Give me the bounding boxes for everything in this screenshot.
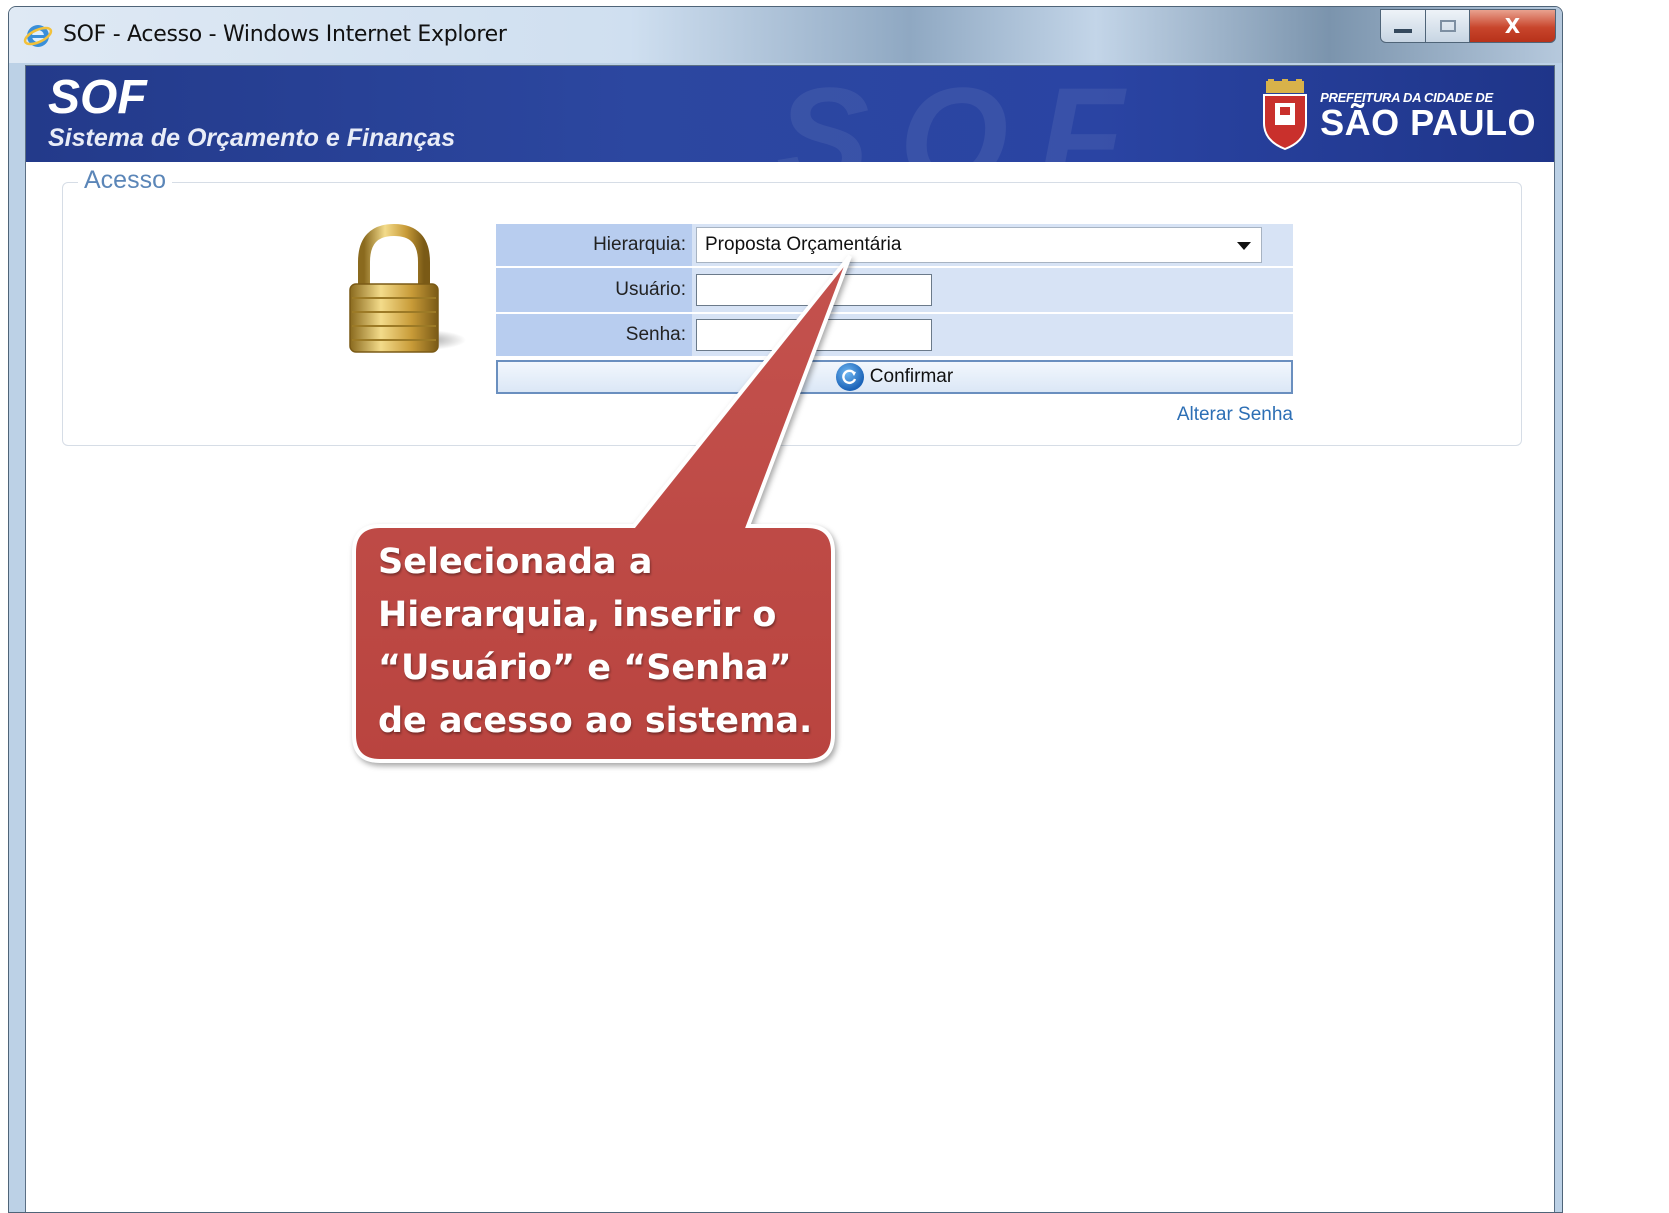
senha-label: Senha: bbox=[496, 314, 692, 356]
hierarquia-cell: Proposta Orçamentária bbox=[692, 224, 1293, 266]
confirm-label: Confirmar bbox=[869, 366, 954, 387]
hierarquia-selected-value: Proposta Orçamentária bbox=[705, 234, 902, 255]
window-title: SOF - Acesso - Windows Internet Explorer bbox=[63, 22, 507, 47]
senha-row: Senha: bbox=[496, 314, 1293, 358]
hierarquia-label: Hierarquia: bbox=[496, 224, 692, 266]
ie-icon bbox=[23, 25, 53, 47]
usuario-label: Usuário: bbox=[496, 268, 692, 312]
callout-line-1: Selecionada a bbox=[378, 542, 653, 582]
hierarquia-select[interactable]: Proposta Orçamentária bbox=[696, 227, 1262, 263]
close-button[interactable]: X bbox=[1470, 9, 1556, 43]
chevron-down-icon[interactable] bbox=[1237, 242, 1251, 250]
window-controls: X bbox=[1380, 9, 1556, 43]
callout-text: Selecionada a Hierarquia, inserir o “Usu… bbox=[378, 536, 818, 748]
crest-icon bbox=[1263, 79, 1308, 151]
close-icon: X bbox=[1504, 14, 1521, 38]
padlock-icon bbox=[349, 224, 466, 353]
app-full-title: Sistema de Orçamento e Finanças bbox=[48, 124, 456, 152]
callout-line-2: Hierarquia, inserir o bbox=[378, 595, 777, 635]
usuario-cell bbox=[692, 268, 1293, 312]
title-bar: SOF - Acesso - Windows Internet Explorer… bbox=[9, 7, 1562, 63]
access-legend: Acesso bbox=[78, 166, 172, 195]
confirm-button[interactable]: Confirmar bbox=[496, 360, 1293, 394]
login-form: Hierarquia: Proposta Orçamentária Usuári… bbox=[496, 224, 1293, 426]
maximize-icon bbox=[1439, 20, 1456, 32]
maximize-button[interactable] bbox=[1426, 9, 1470, 43]
logo-texts: PREFEITURA DA CIDADE DE SÃO PAULO bbox=[1320, 90, 1536, 141]
callout-line-3: “Usuário” e “Senha” bbox=[378, 648, 792, 688]
hierarquia-row: Hierarquia: Proposta Orçamentária bbox=[496, 224, 1293, 268]
app-short-title: SOF bbox=[48, 71, 147, 124]
alterar-senha-link[interactable]: Alterar Senha bbox=[496, 404, 1293, 426]
header-banner: SOF SOF Sistema de Orçamento e Finanças … bbox=[26, 66, 1554, 162]
minimize-button[interactable] bbox=[1380, 9, 1426, 43]
sao-paulo-logo: PREFEITURA DA CIDADE DE SÃO PAULO bbox=[1258, 78, 1536, 152]
minimize-icon bbox=[1394, 29, 1412, 33]
logo-big-text: SÃO PAULO bbox=[1320, 101, 1536, 143]
callout-line-4: de acesso ao sistema. bbox=[378, 701, 813, 741]
banner-watermark: SOF bbox=[776, 66, 1154, 162]
refresh-icon bbox=[835, 363, 864, 391]
usuario-row: Usuário: bbox=[496, 268, 1293, 314]
